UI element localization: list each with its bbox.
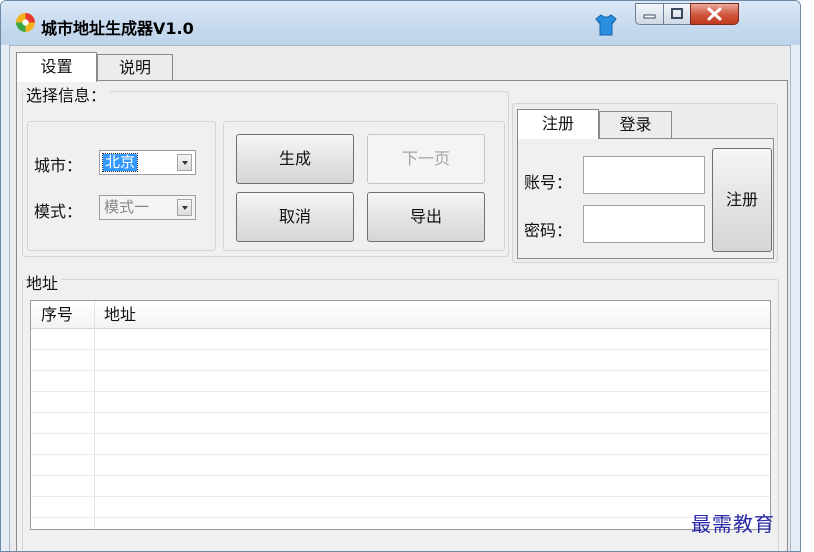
close-button[interactable] [690,3,739,25]
city-label: 城市： [34,156,83,175]
account-label: 账号： [524,173,573,192]
mode-selected-value: 模式一 [104,198,150,216]
password-label: 密码： [524,221,573,240]
settings-panel: 选择信息： 城市： 北京 模式： 模式一 生成 下一页 取消 导出 注册 登录 … [16,80,788,551]
select-info-title: 选择信息： [26,82,111,106]
register-button[interactable]: 注册 [712,148,772,252]
mode-label: 模式： [34,202,83,221]
grid-line [31,349,770,350]
column-header-index[interactable]: 序号 [41,301,73,328]
title-bar[interactable]: 城市地址生成器V1.0 [1,1,800,45]
export-button[interactable]: 导出 [367,192,485,242]
window-title: 城市地址生成器V1.0 [41,19,194,38]
password-field[interactable] [583,205,705,243]
client-area: 设置 说明 选择信息： 城市： 北京 模式： 模式一 生成 下一页 取消 导出 [9,45,791,551]
city-select[interactable]: 北京 [99,150,196,175]
list-header: 序号 地址 [31,301,770,329]
mode-select[interactable]: 模式一 [99,195,196,220]
app-logo-icon [16,13,35,32]
chevron-down-icon[interactable] [177,199,192,216]
grid-line [31,433,770,434]
minimize-button[interactable] [635,3,664,25]
cancel-button[interactable]: 取消 [236,192,354,242]
grid-line [31,412,770,413]
column-header-address[interactable]: 地址 [104,301,136,328]
app-window: 城市地址生成器V1.0 设置 说明 选择信息： 城市： 北京 模式： 模式一 生… [0,0,801,552]
next-page-button[interactable]: 下一页 [367,134,485,184]
city-mode-subgroup [27,121,216,251]
chevron-down-icon[interactable] [177,154,192,171]
minimize-icon [643,14,656,19]
shirt-skin-icon[interactable] [595,13,617,37]
generate-button[interactable]: 生成 [236,134,354,184]
address-title: 地址 [26,270,63,294]
grid-line [31,370,770,371]
grid-line [31,475,770,476]
tab-login[interactable]: 登录 [599,111,672,139]
maximize-icon [671,8,683,19]
tab-settings[interactable]: 设置 [16,52,97,82]
grid-line [31,496,770,497]
city-selected-value: 北京 [101,153,139,172]
grid-line [31,517,770,518]
close-icon [707,7,722,21]
tab-instructions[interactable]: 说明 [97,54,173,81]
grid-line [31,391,770,392]
address-list[interactable]: 序号 地址 [30,300,771,530]
account-field[interactable] [583,156,705,194]
watermark: 最需教育 [691,512,775,536]
tab-register[interactable]: 注册 [517,109,599,139]
grid-line [31,454,770,455]
maximize-button[interactable] [663,3,691,25]
